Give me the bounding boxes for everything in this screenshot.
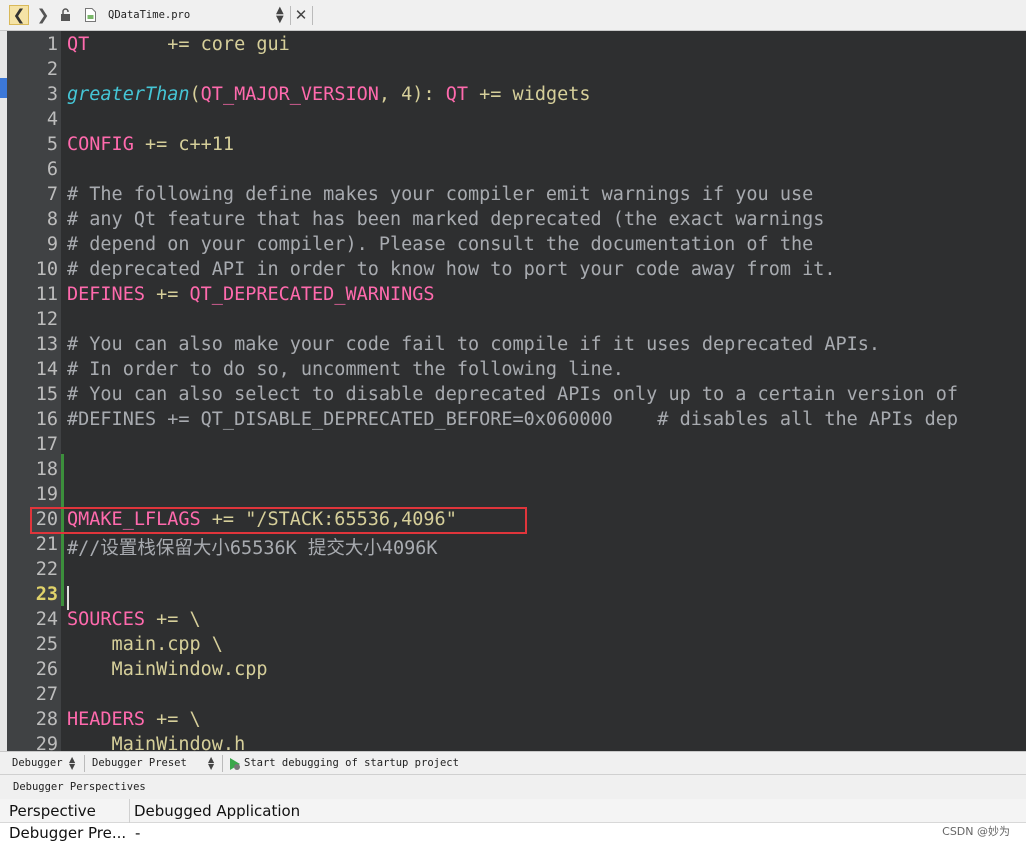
code-line[interactable]: greaterThan(QT_MAJOR_VERSION, 4): QT += … [67,84,591,105]
line-number: 7 [46,184,58,205]
debugger-preset-combo[interactable]: Debugger Preset [92,757,187,769]
line-number: 16 [35,409,58,430]
column-perspective: Perspective [9,802,96,820]
code-line[interactable]: MainWindow.h [67,734,246,751]
line-number: 26 [35,659,58,680]
line-number: 8 [46,209,58,230]
line-number: 14 [35,359,58,380]
chevron-updown-icon: ▲ ▼ [276,5,284,25]
perspectives-table: Perspective Debugged Application Debugge… [0,799,1026,847]
code-line[interactable]: DEFINES += QT_DEPRECATED_WARNINGS [67,284,435,305]
file-chooser-button[interactable]: ▲ ▼ [276,5,284,25]
line-number: 18 [35,459,58,480]
chevron-left-icon: ❮ [12,6,26,24]
column-divider[interactable] [129,799,130,823]
line-number: 5 [46,134,58,155]
watermark: CSDN @妙为 [942,825,1010,838]
code-line[interactable]: # The following define makes your compil… [67,184,813,205]
line-number: 4 [46,109,58,130]
start-debug-icon[interactable] [229,757,241,771]
line-number: 13 [35,334,58,355]
perspective-name[interactable]: Debugger Pre... [9,824,126,842]
line-number: 12 [35,309,58,330]
chevron-right-icon: ❯ [36,6,50,24]
start-debugging-button[interactable]: Start debugging of startup project [244,757,459,769]
toolbar-separator [84,755,85,772]
code-line[interactable]: main.cpp \ [67,634,223,655]
column-debugged-application: Debugged Application [134,802,301,820]
line-number: 9 [46,234,58,255]
line-number: 24 [35,609,58,630]
code-line[interactable]: SOURCES += \ [67,609,201,630]
line-number: 2 [46,59,58,80]
table-header-row: Perspective Debugged Application [0,799,1026,823]
line-number: 28 [35,709,58,730]
chevron-updown-icon[interactable]: ▲ ▼ [208,756,214,771]
mode-sidebar [0,31,7,751]
line-number: 17 [35,434,58,455]
line-number: 29 [35,734,58,751]
code-line[interactable]: # deprecated API in order to know how to… [67,259,836,280]
line-number: 1 [46,34,58,55]
code-line[interactable]: # any Qt feature that has been marked de… [67,209,824,230]
lock-icon[interactable] [60,8,72,22]
line-number: 19 [35,484,58,505]
debugger-combo[interactable]: Debugger [12,757,63,769]
perspectives-header: Debugger Perspectives [0,775,1026,799]
highlight-annotation [30,507,527,534]
line-number: 10 [35,259,58,280]
toolbar-separator [312,6,313,25]
toolbar-separator [290,6,291,25]
code-line[interactable]: #DEFINES += QT_DISABLE_DEPRECATED_BEFORE… [67,409,958,430]
active-mode-marker[interactable] [0,78,7,98]
debugger-toolbar: Debugger ▲ ▼ Debugger Preset ▲ ▼ Start deb… [0,751,1026,775]
forward-button[interactable]: ❯ [33,5,53,25]
close-document-button[interactable]: ✕ [294,5,308,25]
line-number: 15 [35,384,58,405]
line-number: 23 [35,584,58,605]
line-number: 22 [35,559,58,580]
line-number: 11 [35,284,58,305]
code-line[interactable]: HEADERS += \ [67,709,201,730]
line-number: 3 [46,84,58,105]
code-line[interactable]: # You can also make your code fail to co… [67,334,880,355]
code-line[interactable]: QT += core gui [67,34,290,55]
chevron-updown-icon[interactable]: ▲ ▼ [69,756,75,771]
code-line[interactable]: MainWindow.cpp [67,659,268,680]
code-editor[interactable]: 1 2 3 4 5 6 7 8 9 10 11 12 13 14 15 16 17 18 19 20 21 22 23 24 2… [7,31,1026,751]
line-number-gutter: 1 2 3 4 5 6 7 8 9 10 11 12 13 14 15 16 17 18 19 20 21 22 23 24 2… [7,31,61,751]
toolbar-separator [222,755,223,772]
code-line[interactable]: # depend on your compiler). Please consu… [67,234,813,255]
back-button[interactable]: ❮ [9,5,29,25]
code-line[interactable]: #//设置栈保留大小65536K 提交大小4096K [67,534,438,560]
perspective-application[interactable]: - [135,824,140,842]
perspectives-title: Debugger Perspectives [13,781,146,793]
line-number: 27 [35,684,58,705]
line-number: 25 [35,634,58,655]
code-line[interactable]: CONFIG += c++11 [67,134,234,155]
code-line[interactable]: # In order to do so, uncomment the follo… [67,359,624,380]
editor-toolbar: ❮ ❯ QDataTime.pro ▲ ▼ ✕ [0,0,1026,31]
line-number: 21 [35,534,58,555]
text-cursor [67,586,69,610]
line-number: 6 [46,159,58,180]
file-icon [85,8,96,22]
close-icon: ✕ [294,6,308,24]
file-name[interactable]: QDataTime.pro [108,9,190,21]
code-line[interactable]: # You can also select to disable depreca… [67,384,958,405]
